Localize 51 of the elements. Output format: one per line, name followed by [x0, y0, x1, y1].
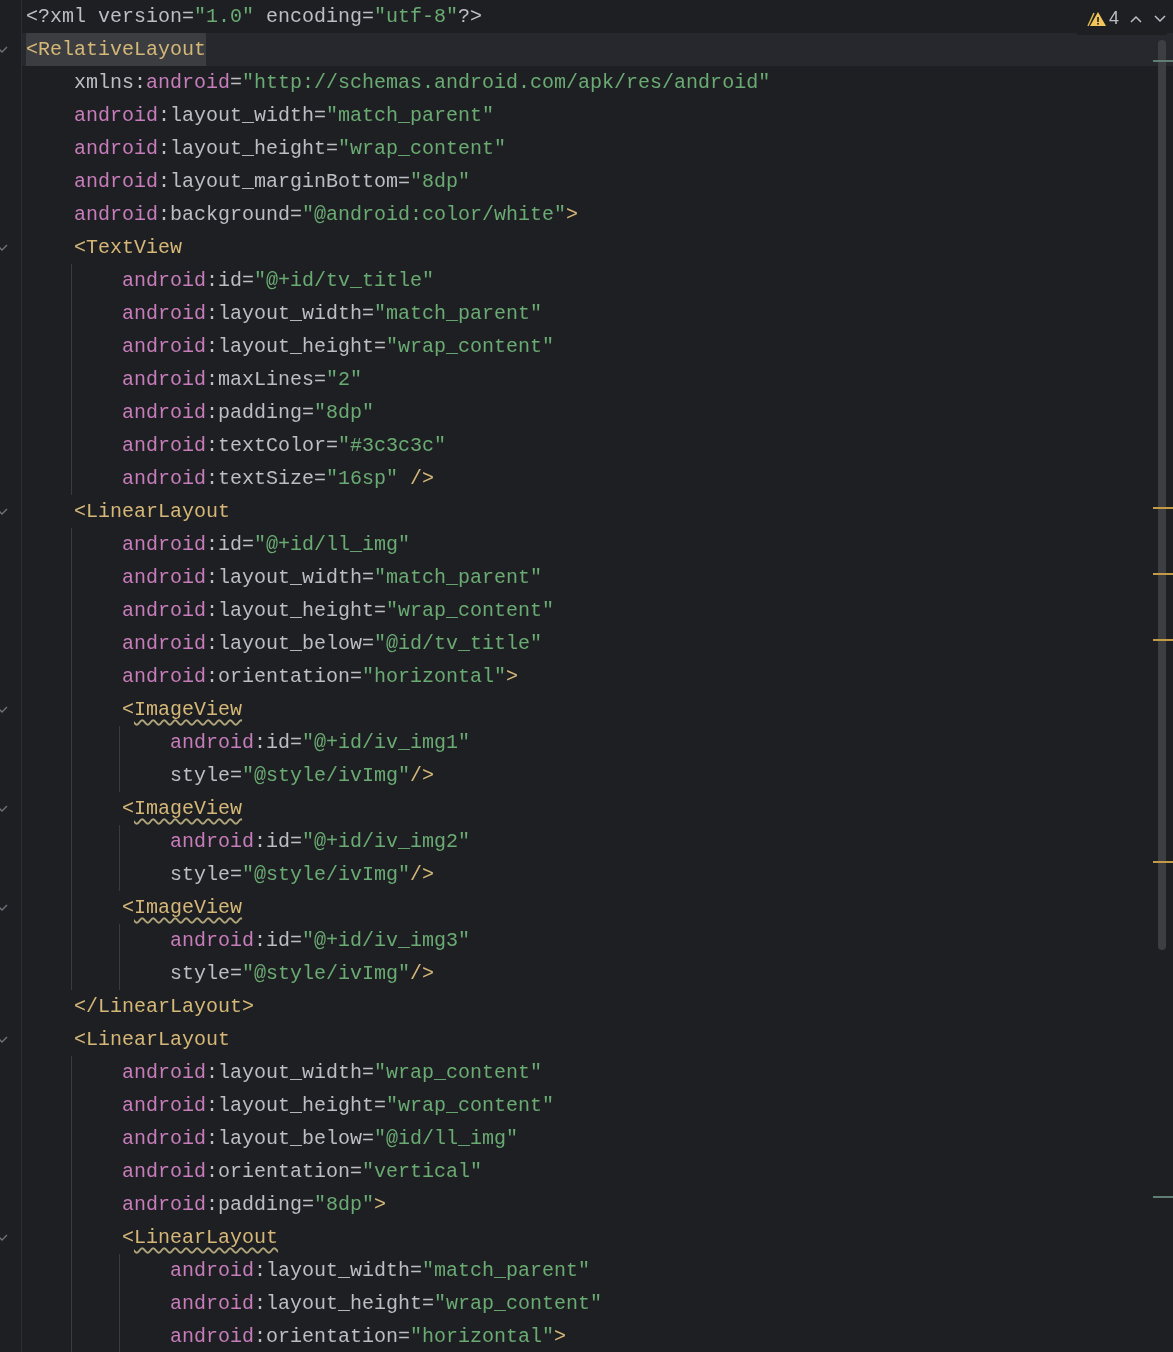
- code-line: android:id="@+id/iv_img1": [170, 730, 471, 756]
- code-line: <LinearLayout: [74, 499, 231, 525]
- code-line: android:orientation="vertical": [122, 1159, 483, 1185]
- code-line: <ImageView: [122, 895, 243, 921]
- code-line: android:id="@+id/iv_img3": [170, 928, 471, 954]
- code-line: <TextView: [74, 235, 183, 261]
- code-line: android:layout_width="wrap_content": [122, 1060, 543, 1086]
- code-line: android:textColor="#3c3c3c": [122, 433, 447, 459]
- code-line: android:layout_height="wrap_content": [74, 136, 507, 162]
- code-line: <ImageView: [122, 697, 243, 723]
- code-line: android:layout_width="match_parent": [170, 1258, 591, 1284]
- fold-icon[interactable]: [0, 506, 8, 517]
- warning-count: 4: [1109, 7, 1119, 30]
- code-line: <?xml version="1.0" encoding="utf-8"?>: [26, 4, 483, 30]
- code-line: android:maxLines="2": [122, 367, 363, 393]
- code-line: android:layout_below="@id/tv_title": [122, 631, 543, 657]
- code-line: style="@style/ivImg"/>: [170, 862, 435, 888]
- code-line: android:background="@android:color/white">: [74, 202, 579, 228]
- fold-icon[interactable]: [0, 242, 8, 253]
- fold-icon[interactable]: [0, 803, 8, 814]
- fold-icon[interactable]: [0, 1034, 8, 1045]
- code-line: <LinearLayout: [74, 1027, 231, 1053]
- code-line: android:id="@+id/iv_img2": [170, 829, 471, 855]
- code-line: android:layout_height="wrap_content": [122, 334, 555, 360]
- code-line: android:padding="8dp": [122, 400, 375, 426]
- code-line: <ImageView: [122, 796, 243, 822]
- code-line: android:layout_height="wrap_content": [170, 1291, 603, 1317]
- code-line: </LinearLayout>: [74, 994, 255, 1020]
- code-line: android:padding="8dp">: [122, 1192, 387, 1218]
- code-line: android:layout_height="wrap_content": [122, 1093, 555, 1119]
- code-line: android:layout_width="match_parent": [122, 301, 543, 327]
- code-line: android:id="@+id/ll_img": [122, 532, 411, 558]
- code-line: style="@style/ivImg"/>: [170, 763, 435, 789]
- code-line: xmlns:android="http://schemas.android.com/apk/res/android": [74, 70, 771, 96]
- code-line: style="@style/ivImg"/>: [170, 961, 435, 987]
- code-line: android:layout_width="match_parent": [74, 103, 495, 129]
- code-line: <LinearLayout: [122, 1225, 279, 1251]
- code-line: android:textSize="16sp" />: [122, 466, 435, 492]
- fold-icon[interactable]: [0, 902, 8, 913]
- code-line: android:id="@+id/tv_title": [122, 268, 435, 294]
- code-line: android:layout_width="match_parent": [122, 565, 543, 591]
- code-line: android:orientation="horizontal">: [122, 664, 519, 690]
- code-line: android:layout_below="@id/ll_img": [122, 1126, 519, 1152]
- chevron-down-icon[interactable]: [1153, 13, 1167, 24]
- fold-icon[interactable]: [0, 704, 8, 715]
- fold-icon[interactable]: [0, 1232, 8, 1243]
- chevron-up-icon[interactable]: [1129, 13, 1143, 24]
- fold-icon[interactable]: [0, 44, 8, 55]
- code-line: android:layout_height="wrap_content": [122, 598, 555, 624]
- code-line: android:layout_marginBottom="8dp": [74, 169, 471, 195]
- code-line: android:orientation="horizontal">: [170, 1324, 567, 1350]
